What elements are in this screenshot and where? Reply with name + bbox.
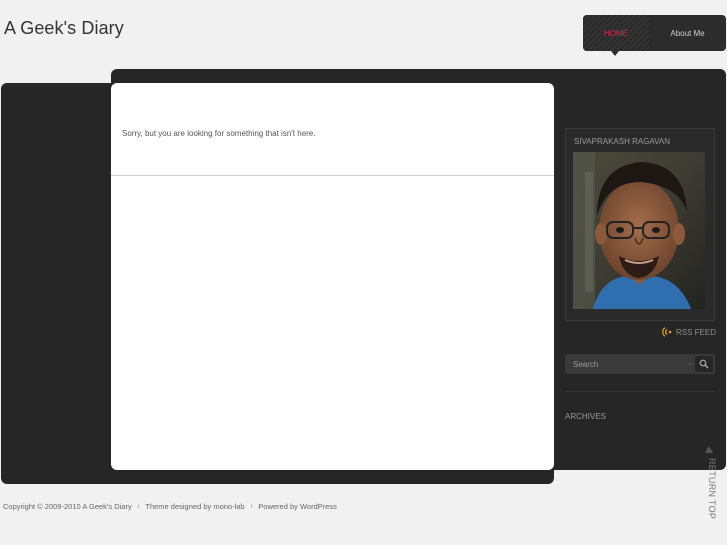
site-title[interactable]: A Geek's Diary	[4, 18, 124, 39]
main-nav: HOME About Me	[583, 15, 726, 51]
footer-separator: ı	[137, 503, 140, 510]
profile-widget: SIVAPRAKASH RAGAVAN	[565, 128, 715, 321]
archives-heading: ARCHIVES	[565, 412, 606, 421]
rss-icon	[662, 327, 672, 337]
sidebar-divider	[565, 391, 715, 392]
nav-home[interactable]: HOME	[583, 15, 649, 51]
profile-name: SIVAPRAKASH RAGAVAN	[574, 137, 671, 146]
footer-separator: ı	[250, 503, 253, 510]
avatar	[573, 152, 705, 309]
search-form	[565, 354, 715, 374]
not-found-message: Sorry, but you are looking for something…	[122, 129, 316, 138]
footer: Copyright © 2009-2010 A Geek's Diary ı T…	[3, 502, 337, 511]
return-top-button[interactable]: RETURN TOP	[703, 446, 717, 520]
search-input[interactable]	[565, 354, 687, 374]
nav-about-me[interactable]: About Me	[649, 15, 726, 51]
search-button[interactable]	[695, 356, 713, 372]
footer-copyright: Copyright © 2009-2010 A Geek's Diary	[3, 502, 132, 511]
rss-feed-link[interactable]: RSS FEED	[662, 327, 716, 337]
search-icon	[699, 359, 709, 369]
content-divider	[111, 175, 554, 176]
main-content: Sorry, but you are looking for something…	[111, 83, 554, 470]
footer-powered-link[interactable]: Powered by WordPress	[258, 502, 337, 511]
return-top-label: RETURN TOP	[707, 458, 717, 520]
nav-pointer-icon	[611, 51, 619, 56]
search-separator-dot	[689, 363, 691, 365]
footer-theme-link[interactable]: Theme designed by mono-lab	[145, 502, 244, 511]
rss-feed-label: RSS FEED	[676, 327, 717, 337]
arrow-up-icon	[705, 446, 713, 453]
